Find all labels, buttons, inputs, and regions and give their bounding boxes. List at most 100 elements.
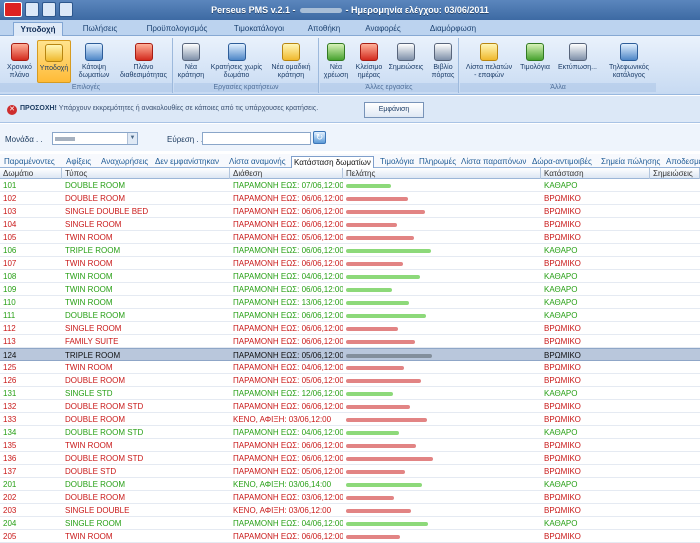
- new-charge-button[interactable]: Νέα χρέωση: [320, 40, 352, 83]
- tab-no-shows[interactable]: Δεν εμφανίστηκαν: [155, 156, 219, 168]
- table-row[interactable]: 131 SINGLE STD ΠΑΡΑΜΟΝΗ ΕΩΣ: 12/06,12:00 ΚΑ…: [0, 387, 700, 400]
- options-group: Χρονικό πλάνο Υποδοχή Κάτοψη δωματίων Πλ…: [0, 38, 173, 93]
- availability-grid-icon: [134, 43, 153, 61]
- availability-cell: ΠΑΡΑΜΟΝΗ ΕΩΣ: 04/06,12:00: [233, 272, 343, 281]
- table-row[interactable]: 135 TWIN ROOM ΠΑΡΑΜΟΝΗ ΕΩΣ: 06/06,12:00 ΒΡΩ…: [0, 439, 700, 452]
- table-row[interactable]: 137 DOUBLE STD ΠΑΡΑΜΟΝΗ ΕΩΣ: 05/06,12:00 ΒΡ…: [0, 465, 700, 478]
- new-group-booking-button[interactable]: Νέα ομαδική κράτηση: [265, 40, 317, 83]
- main-ribbon-tabs: Υποδοχή Πωλήσεις Προϋπολογισμός Τιμοκατά…: [0, 20, 700, 36]
- day-close-button[interactable]: Κλείσιμο ημέρας: [353, 40, 385, 83]
- table-row[interactable]: 133 DOUBLE ROOM ΚΕΝΟ, ΑΦΙΞΗ: 03/06,12:00 ΒΡ…: [0, 413, 700, 426]
- new-booking-button[interactable]: Νέα κράτηση: [174, 40, 208, 83]
- redacted-customer-name: [346, 365, 404, 370]
- room-type-cell: TWIN ROOM: [65, 272, 113, 281]
- door-book-button[interactable]: Βιβλίο πόρτας: [427, 40, 459, 83]
- invoices-button[interactable]: Τιμολόγια: [517, 40, 553, 83]
- room-floorplan-button[interactable]: Κάτοψη δωματίων: [72, 40, 116, 83]
- table-row[interactable]: 104 SINGLE ROOM ΠΑΡΑΜΟΝΗ ΕΩΣ: 06/06,12:00 Β…: [0, 218, 700, 231]
- redacted-customer-name: [346, 482, 422, 487]
- table-row[interactable]: 106 TRIPLE ROOM ΠΑΡΑΜΟΝΗ ΕΩΣ: 06/06,12:00 Κ…: [0, 244, 700, 257]
- phonebook-button[interactable]: Τηλεφωνικός κατάλογος: [603, 40, 655, 83]
- search-input[interactable]: [202, 132, 311, 145]
- notes-cell: [650, 504, 700, 517]
- table-row[interactable]: 134 DOUBLE ROOM STD ΠΑΡΑΜΟΝΗ ΕΩΣ: 04/06,12…: [0, 426, 700, 439]
- redacted-customer-cell: [343, 478, 541, 491]
- header-type[interactable]: Τύπος: [62, 168, 230, 179]
- tab-budget[interactable]: Προϋπολογισμός: [137, 22, 217, 36]
- tab-waiting-list[interactable]: Λίστα αναμονής: [229, 156, 286, 168]
- table-row[interactable]: 203 SINGLE DOUBLE ΚΕΝΟ, ΑΦΙΞΗ: 03/06,12:00…: [0, 504, 700, 517]
- notes-cell: [650, 517, 700, 530]
- table-row[interactable]: 112 SINGLE ROOM ΠΑΡΑΜΟΝΗ ΕΩΣ: 06/06,12:00 Β…: [0, 322, 700, 335]
- room-type-cell: DOUBLE ROOM: [65, 493, 126, 502]
- tab-gifts[interactable]: Δώρα-αντιμοιβές: [532, 156, 592, 168]
- redacted-customer-cell: [343, 309, 541, 322]
- timeline-button[interactable]: Χρονικό πλάνο: [3, 40, 36, 83]
- tab-staying[interactable]: Παραμένοντες: [4, 156, 55, 168]
- header-status[interactable]: Κατάσταση: [541, 168, 650, 179]
- refresh-icon[interactable]: ↻: [313, 131, 326, 144]
- reception-button[interactable]: Υποδοχή: [37, 40, 71, 83]
- table-row[interactable]: 201 DOUBLE ROOM ΚΕΝΟ, ΑΦΙΞΗ: 03/06,14:00 ΚΑ…: [0, 478, 700, 491]
- tab-arrivals[interactable]: Αφίξεις: [66, 156, 91, 168]
- table-row[interactable]: 110 TWIN ROOM ΠΑΡΑΜΟΝΗ ΕΩΣ: 13/06,12:00 ΚΑΘ…: [0, 296, 700, 309]
- tab-departures[interactable]: Αναχωρήσεις: [101, 156, 148, 168]
- table-row[interactable]: 205 TWIN ROOM ΠΑΡΑΜΟΝΗ ΕΩΣ: 06/06,12:00 ΒΡΩ…: [0, 530, 700, 543]
- tab-reports[interactable]: Αναφορές: [354, 22, 412, 36]
- tab-releases[interactable]: Αποδεσμεύσεις: [666, 156, 700, 168]
- table-row[interactable]: 108 TWIN ROOM ΠΑΡΑΜΟΝΗ ΕΩΣ: 04/06,12:00 ΚΑΘ…: [0, 270, 700, 283]
- table-row[interactable]: 101 DOUBLE ROOM ΠΑΡΑΜΟΝΗ ΕΩΣ: 07/06,12:00 Κ…: [0, 179, 700, 192]
- printer-icon: [568, 43, 587, 61]
- redacted-customer-name: [346, 183, 391, 188]
- tab-sales[interactable]: Πωλήσεις: [70, 22, 130, 36]
- notes-button[interactable]: Σημειώσεις: [386, 40, 426, 83]
- table-row[interactable]: 111 DOUBLE ROOM ΠΑΡΑΜΟΝΗ ΕΩΣ: 06/06,12:00 Κ…: [0, 309, 700, 322]
- tab-price-lists[interactable]: Τιμοκατάλογοι: [224, 22, 294, 36]
- header-customer[interactable]: Πελάτης: [343, 168, 541, 179]
- new-booking-icon: [182, 43, 200, 61]
- table-row[interactable]: 107 TWIN ROOM ΠΑΡΑΜΟΝΗ ΕΩΣ: 06/06,12:00 ΒΡΩ…: [0, 257, 700, 270]
- room-type-cell: DOUBLE STD: [65, 467, 117, 476]
- tab-warehouse[interactable]: Αποθήκη: [298, 22, 350, 36]
- header-notes[interactable]: Σημειώσεις: [650, 168, 700, 179]
- tab-payments[interactable]: Πληρωμές: [419, 156, 456, 168]
- table-row[interactable]: 109 TWIN ROOM ΠΑΡΑΜΟΝΗ ΕΩΣ: 06/06,12:00 ΚΑΘ…: [0, 283, 700, 296]
- room-number-cell: 126: [3, 376, 17, 385]
- notes-cell: [650, 439, 700, 452]
- unit-select[interactable]: ▼: [52, 132, 138, 145]
- table-row[interactable]: 124 TRIPLE ROOM ΠΑΡΑΜΟΝΗ ΕΩΣ: 05/06,12:00 Β…: [0, 348, 700, 361]
- availability-cell: ΠΑΡΑΜΟΝΗ ΕΩΣ: 06/06,12:00: [233, 259, 343, 268]
- perseus-pms-window: Perseus PMS v.2.1 -- Ημερομηνία ελέγχου:…: [0, 0, 700, 543]
- room-number-cell: 131: [3, 389, 17, 398]
- table-row[interactable]: 105 TWIN ROOM ΠΑΡΑΜΟΝΗ ΕΩΣ: 05/06,12:00 ΒΡΩ…: [0, 231, 700, 244]
- table-row[interactable]: 113 FAMILY SUITE ΠΑΡΑΜΟΝΗ ΕΩΣ: 06/06,12:00…: [0, 335, 700, 348]
- table-row[interactable]: 103 SINGLE DOUBLE BED ΠΑΡΑΜΟΝΗ ΕΩΣ: 06/06,…: [0, 205, 700, 218]
- redacted-customer-name: [346, 443, 416, 448]
- tab-configuration[interactable]: Διαμόρφωση: [418, 22, 488, 36]
- warning-message: ΠΡΟΣΟΧΗ! Υπάρχουν εκκρεμότητες ή ανακολο…: [20, 105, 319, 112]
- tab-room-status[interactable]: Κατάσταση δωματίων: [291, 156, 374, 168]
- tab-reception[interactable]: Υποδοχή: [13, 22, 63, 36]
- tab-points-of-sale[interactable]: Σημεία πώλησης: [601, 156, 660, 168]
- print-button[interactable]: Εκτύπωση...: [555, 40, 600, 83]
- customer-contact-list-button[interactable]: Λίστα πελατών - επαφών: [464, 40, 514, 83]
- availability-plan-button[interactable]: Πλάνο διαθεσιμότητας: [118, 40, 169, 83]
- chevron-down-icon[interactable]: ▼: [127, 133, 137, 144]
- table-row[interactable]: 125 TWIN ROOM ΠΑΡΑΜΟΝΗ ΕΩΣ: 04/06,12:00 ΒΡΩ…: [0, 361, 700, 374]
- show-issues-button[interactable]: Εμφάνιση: [364, 102, 424, 118]
- table-row[interactable]: 132 DOUBLE ROOM STD ΠΑΡΑΜΟΝΗ ΕΩΣ: 06/06,12…: [0, 400, 700, 413]
- room-number-cell: 113: [3, 337, 16, 346]
- table-row[interactable]: 202 DOUBLE ROOM ΠΑΡΑΜΟΝΗ ΕΩΣ: 03/06,12:00 Β…: [0, 491, 700, 504]
- tab-complaints[interactable]: Λίστα παραπόνων: [461, 156, 526, 168]
- bookings-without-room-button[interactable]: Κρατήσεις χωρίς δωμάτιο: [209, 40, 264, 83]
- table-row[interactable]: 102 DOUBLE ROOM ΠΑΡΑΜΟΝΗ ΕΩΣ: 06/06,12:00 Β…: [0, 192, 700, 205]
- table-row[interactable]: 136 DOUBLE ROOM STD ΠΑΡΑΜΟΝΗ ΕΩΣ: 06/06,12…: [0, 452, 700, 465]
- header-disposition[interactable]: Διάθεση: [230, 168, 343, 179]
- notes-cell: [650, 296, 700, 309]
- book-icon: [434, 43, 452, 61]
- table-row[interactable]: 204 SINGLE ROOM ΠΑΡΑΜΟΝΗ ΕΩΣ: 04/06,12:00 Κ…: [0, 517, 700, 530]
- tab-invoices[interactable]: Τιμολόγια: [380, 156, 414, 168]
- table-row[interactable]: 126 DOUBLE ROOM ΠΑΡΑΜΟΝΗ ΕΩΣ: 05/06,12:00 Β…: [0, 374, 700, 387]
- header-room[interactable]: Δωμάτιο: [0, 168, 62, 179]
- availability-cell: ΠΑΡΑΜΟΝΗ ΕΩΣ: 06/06,12:00: [233, 402, 343, 411]
